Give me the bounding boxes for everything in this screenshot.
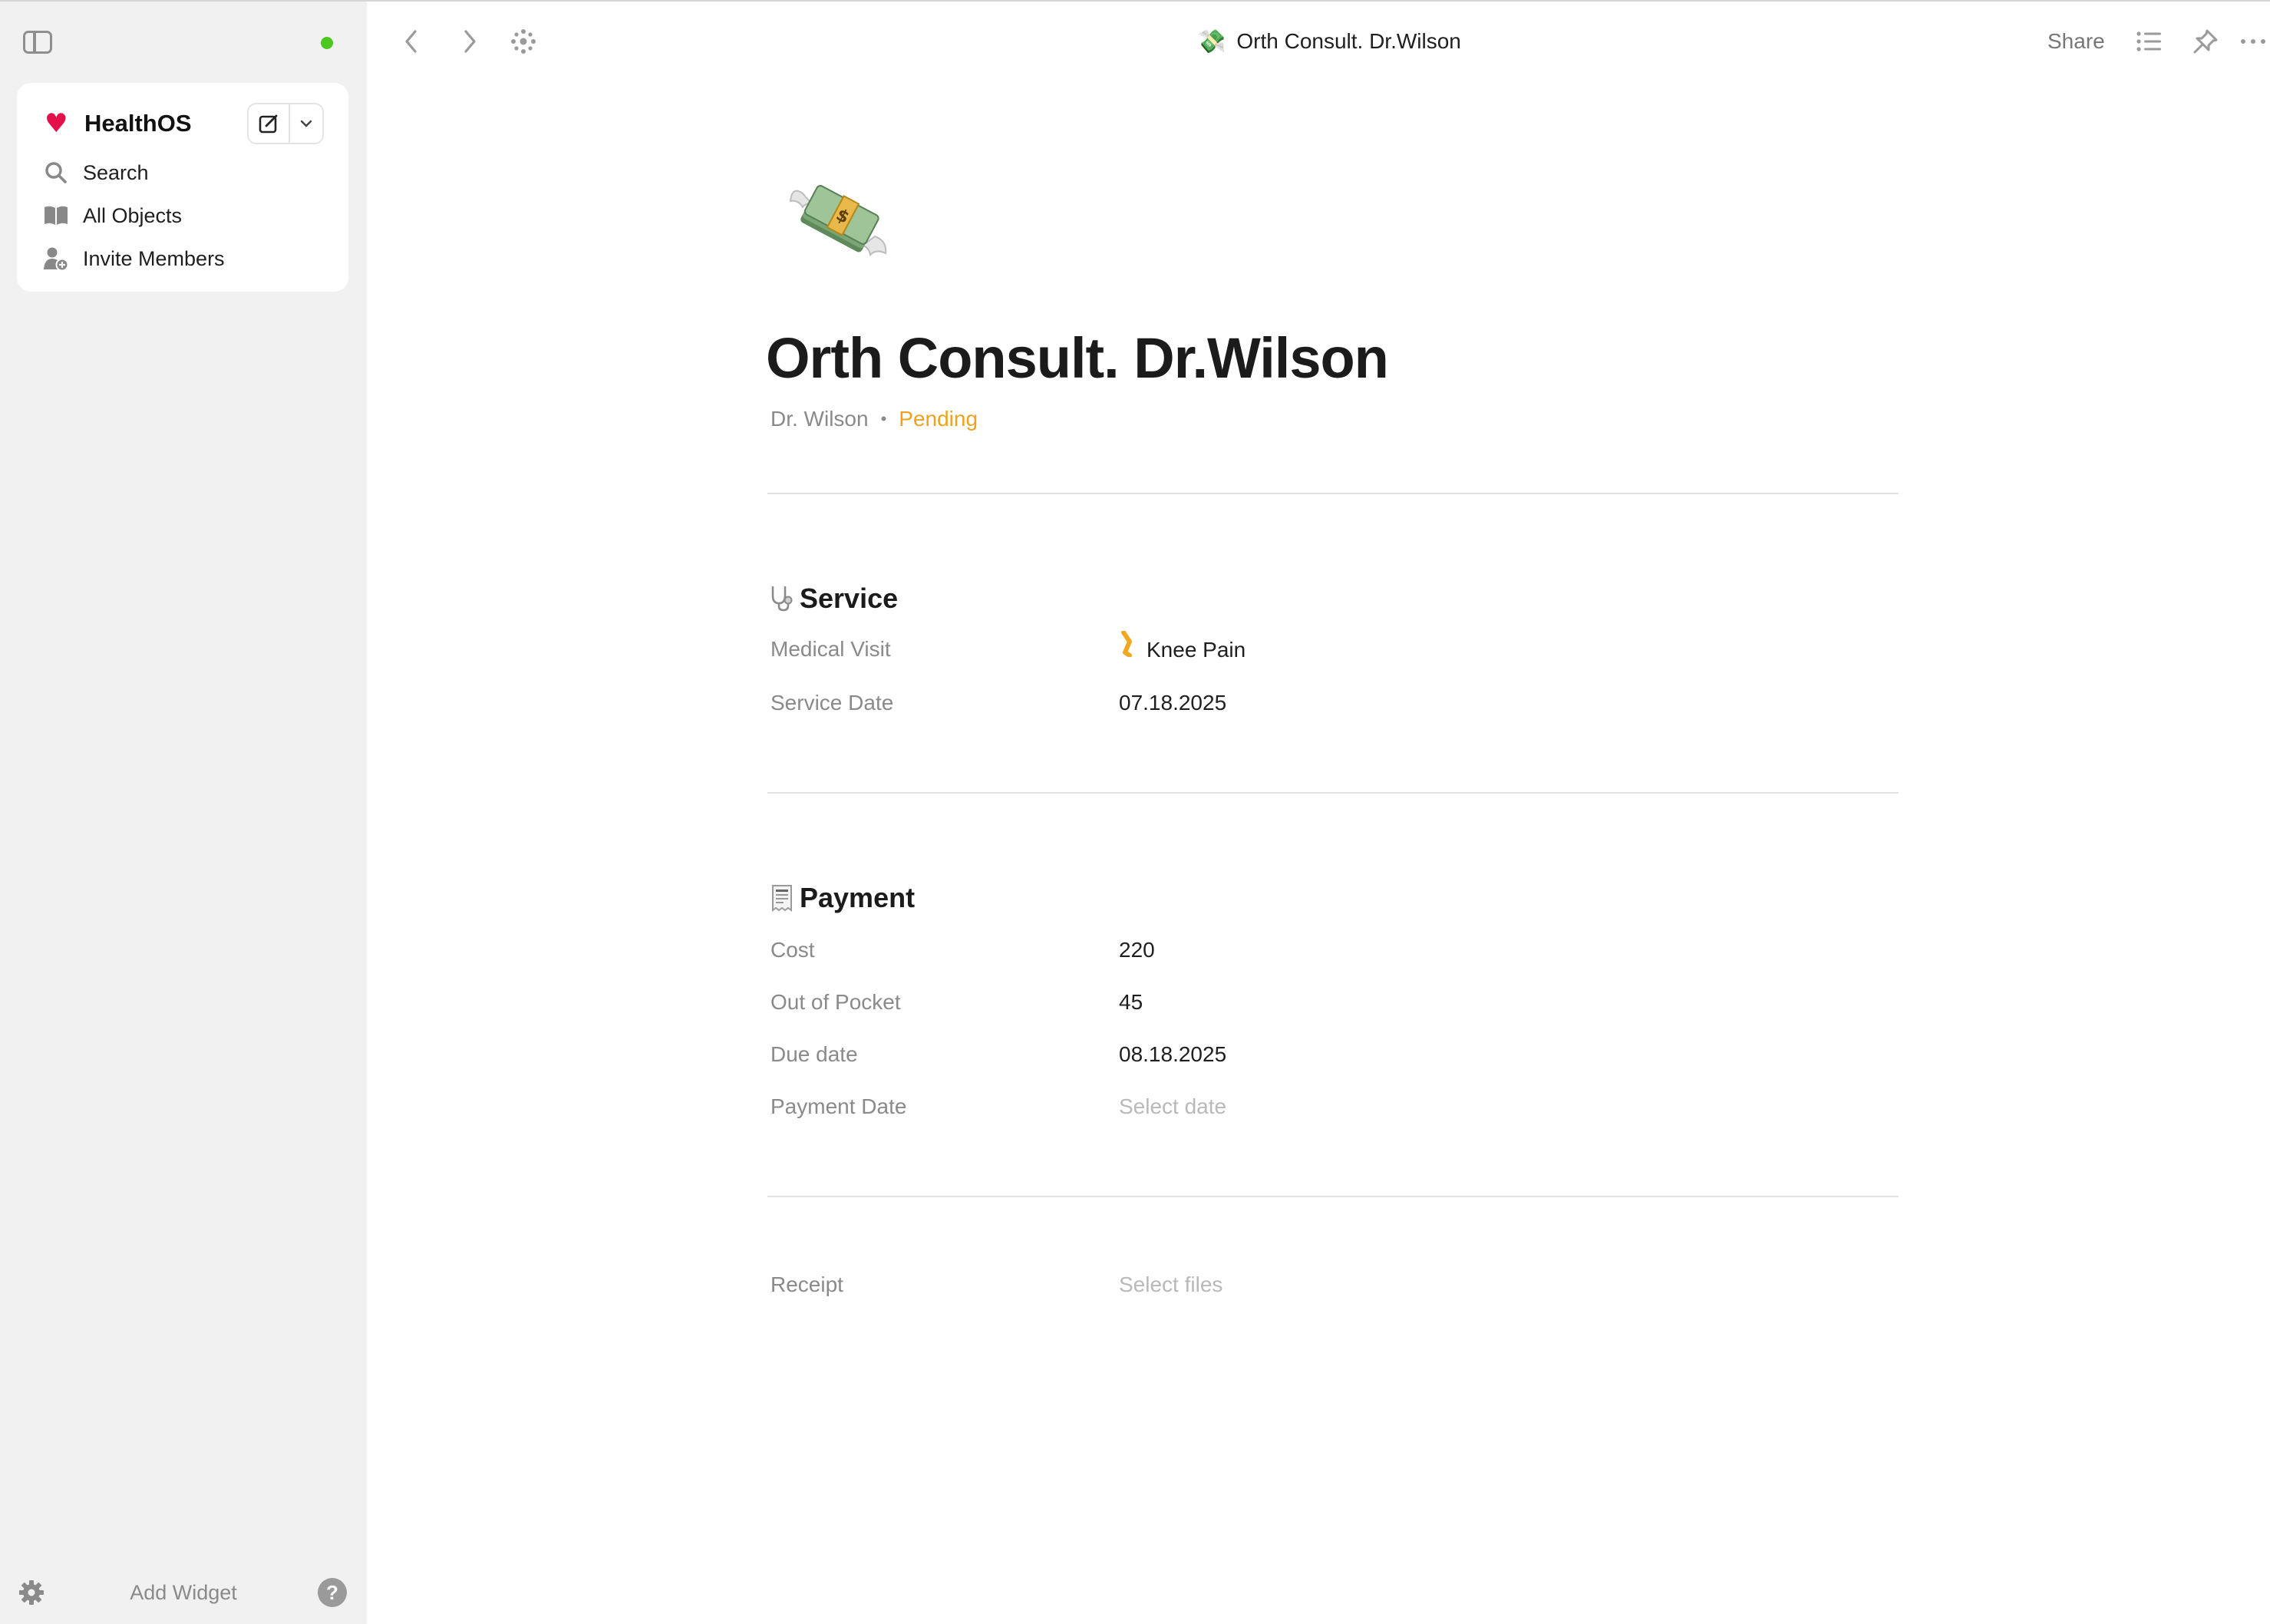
property-label: Medical Visit — [770, 637, 891, 661]
leg-icon — [1119, 630, 1136, 668]
page-breadcrumb[interactable]: 💸 Orth Consult. Dr.Wilson — [1197, 23, 1461, 60]
property-value-out-of-pocket[interactable]: 45 — [1119, 984, 1143, 1021]
page-title[interactable]: Orth Consult. Dr.Wilson — [766, 325, 1389, 391]
property-label: Receipt — [770, 1272, 843, 1296]
section-payment-header: Payment — [767, 878, 915, 918]
property-label: Out of Pocket — [770, 990, 901, 1014]
forward-button[interactable] — [454, 26, 485, 57]
receipt-file-picker[interactable]: Select files — [1119, 1266, 1222, 1303]
graph-icon — [511, 29, 536, 54]
share-button[interactable]: Share — [2047, 23, 2105, 60]
space-actions — [247, 103, 324, 144]
book-icon — [43, 203, 69, 229]
meta-separator: • — [880, 409, 887, 428]
section-title: Service — [800, 583, 899, 614]
gear-icon[interactable] — [17, 1578, 46, 1607]
space-name: HealthOS — [84, 110, 192, 137]
divider — [767, 792, 1899, 794]
chevron-left-icon — [405, 30, 417, 53]
property-label: Service Date — [770, 691, 894, 715]
space-menu-button[interactable] — [290, 104, 322, 143]
linked-object-label: Knee Pain — [1147, 637, 1246, 662]
sidebar-item-label: Invite Members — [83, 246, 225, 270]
space-header[interactable]: ♥ HealthOS — [45, 104, 192, 143]
sidebar-item-invite-members[interactable]: Invite Members — [43, 241, 335, 276]
receipt-icon — [767, 883, 797, 913]
invite-user-icon — [43, 246, 69, 272]
money-with-wings-icon[interactable]: $ — [789, 170, 889, 270]
new-object-button[interactable] — [249, 104, 290, 143]
money-with-wings-icon: 💸 — [1197, 28, 1226, 55]
property-value-due-date[interactable]: 08.18.2025 — [1119, 1036, 1226, 1073]
author-link[interactable]: Dr. Wilson — [770, 407, 869, 431]
stethoscope-icon — [767, 584, 797, 613]
property-value-cost[interactable]: 220 — [1119, 932, 1155, 969]
back-button[interactable] — [396, 26, 427, 57]
sidebar-footer: Add Widget ? — [0, 1573, 367, 1612]
more-horizontal-icon — [2241, 39, 2265, 44]
outline-button[interactable] — [2133, 26, 2164, 57]
divider — [767, 493, 1899, 494]
pin-icon — [2193, 29, 2218, 54]
more-options-button[interactable] — [2239, 26, 2270, 57]
property-label: Cost — [770, 938, 815, 962]
search-icon — [43, 160, 69, 186]
page-breadcrumb-title: Orth Consult. Dr.Wilson — [1236, 29, 1461, 53]
chevron-down-icon — [300, 120, 312, 127]
property-row-medical-visit: Medical Visit Knee Pain — [770, 630, 1891, 668]
property-value-service-date[interactable]: 07.18.2025 — [1119, 685, 1226, 721]
sidebar: ♥ HealthOS Search All Objects Invite Mem… — [0, 2, 367, 1624]
section-service-header: Service — [767, 579, 898, 619]
sidebar-item-all-objects[interactable]: All Objects — [43, 198, 335, 233]
payment-date-picker[interactable]: Select date — [1119, 1088, 1226, 1125]
help-icon[interactable]: ? — [318, 1578, 347, 1607]
sync-status-dot — [321, 37, 333, 49]
add-widget-button[interactable]: Add Widget — [0, 1573, 367, 1612]
property-row-receipt: Receipt Select files — [770, 1266, 1891, 1303]
compose-icon — [259, 114, 278, 134]
graph-view-button[interactable] — [508, 26, 539, 57]
sidebar-item-label: Search — [83, 160, 149, 184]
property-label: Payment Date — [770, 1094, 907, 1118]
divider — [767, 1196, 1899, 1197]
property-row-cost: Cost 220 — [770, 932, 1891, 969]
space-card: ♥ HealthOS Search All Objects Invite Mem… — [17, 83, 348, 292]
property-value-medical-visit[interactable]: Knee Pain — [1119, 630, 1246, 668]
status-badge[interactable]: Pending — [899, 407, 978, 431]
property-row-due-date: Due date 08.18.2025 — [770, 1036, 1891, 1073]
heart-icon: ♥ — [45, 108, 68, 139]
sidebar-toggle-icon[interactable] — [23, 31, 52, 54]
pin-button[interactable] — [2190, 26, 2221, 57]
property-row-service-date: Service Date 07.18.2025 — [770, 685, 1891, 721]
sidebar-item-search[interactable]: Search — [43, 155, 335, 190]
property-row-payment-date: Payment Date Select date — [770, 1088, 1891, 1125]
sidebar-item-label: All Objects — [83, 203, 183, 227]
property-label: Due date — [770, 1042, 858, 1066]
list-icon — [2136, 31, 2161, 51]
property-row-out-of-pocket: Out of Pocket 45 — [770, 984, 1891, 1021]
page-meta: Dr. Wilson • Pending — [770, 402, 978, 436]
section-title: Payment — [800, 882, 916, 913]
chevron-right-icon — [464, 30, 476, 53]
